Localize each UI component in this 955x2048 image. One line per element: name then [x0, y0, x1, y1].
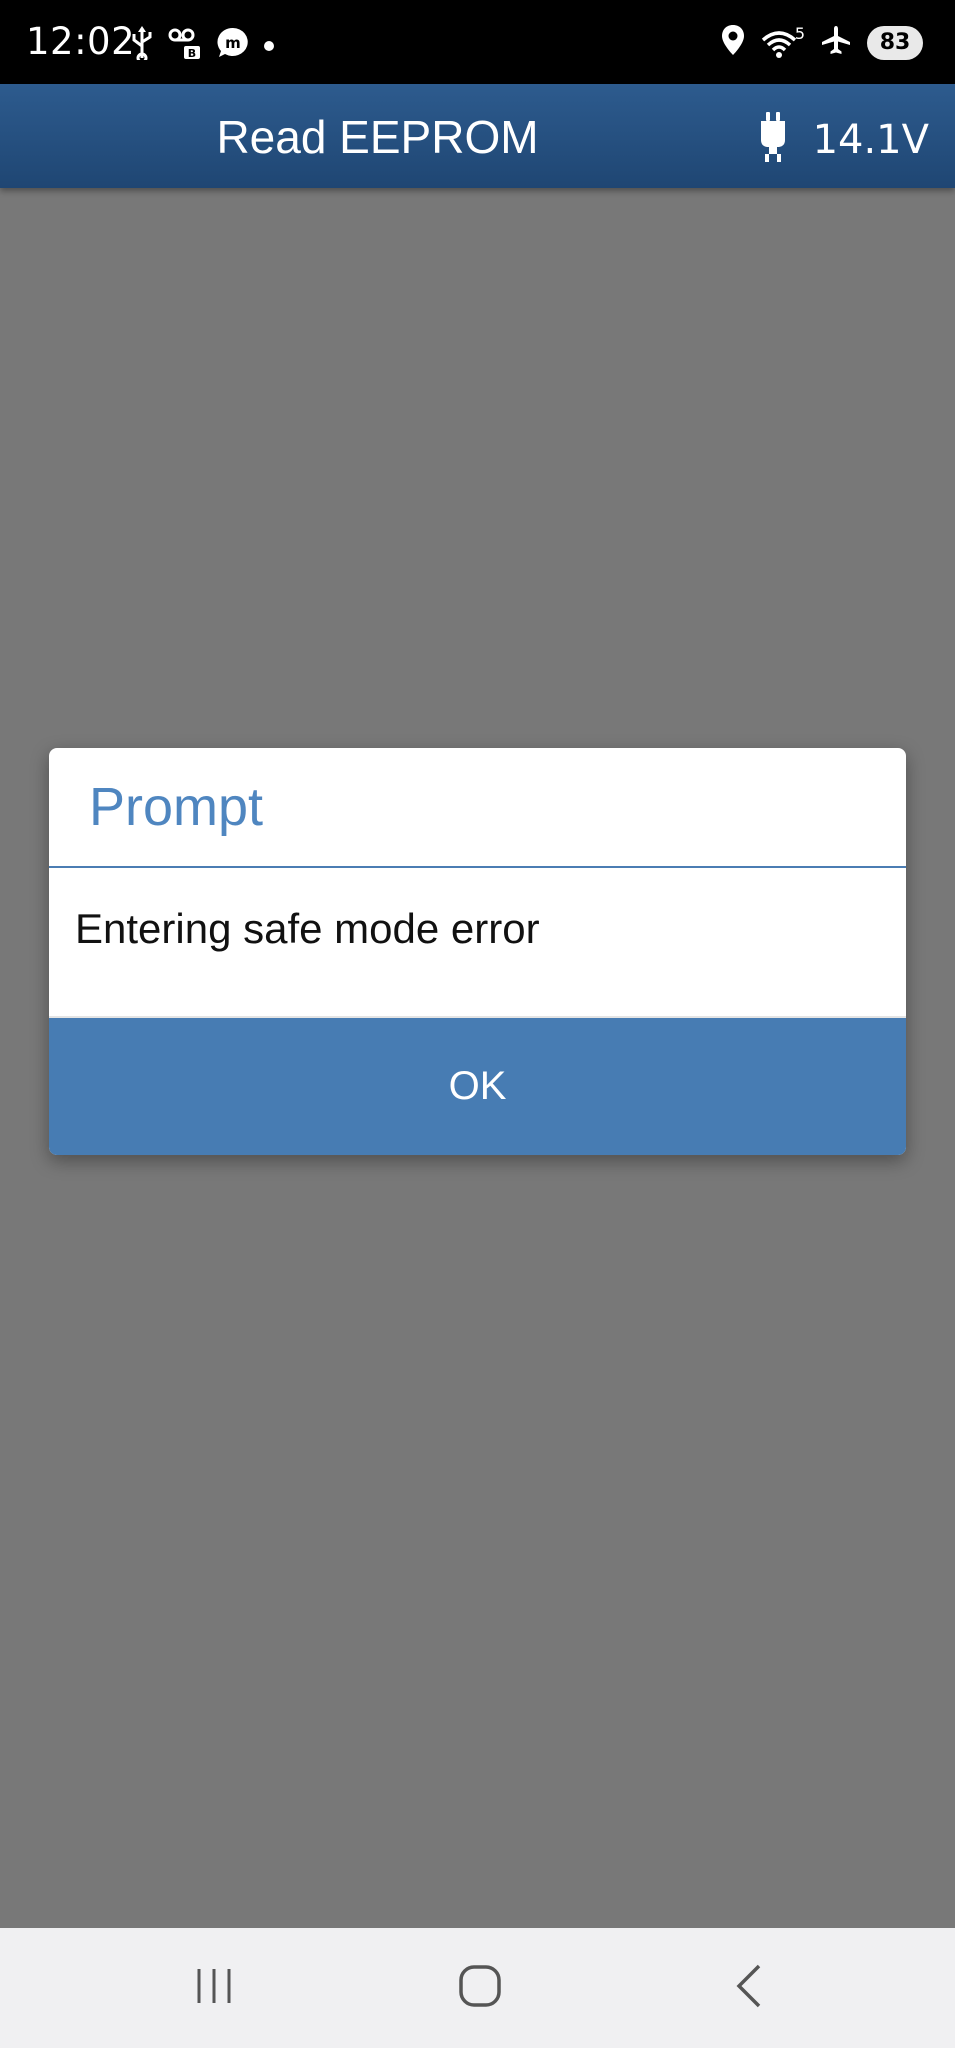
status-bar: 12:02 B m 5 83: [0, 0, 955, 84]
svg-text:B: B: [188, 47, 196, 60]
ok-button[interactable]: OK: [49, 1016, 906, 1155]
messenger-icon: m: [216, 26, 250, 65]
svg-text:m: m: [225, 34, 241, 52]
usb-icon: [130, 26, 154, 65]
plug-icon: [759, 112, 787, 167]
app-header: Read EEPROM 14.1V: [0, 84, 955, 188]
back-icon: [733, 1964, 763, 2013]
notification-dot-icon: [264, 40, 274, 51]
navigation-bar: [0, 1928, 955, 2048]
location-icon: [721, 24, 745, 61]
dialog-message: Entering safe mode error: [75, 905, 540, 952]
back-button[interactable]: [688, 1928, 808, 2048]
home-button[interactable]: [420, 1928, 540, 2048]
prompt-dialog: Prompt Entering safe mode error OK: [49, 748, 906, 1155]
dialog-divider: [49, 866, 906, 868]
voltage-indicator: 14.1V: [759, 112, 929, 167]
battery-icon: 83: [867, 25, 923, 60]
voicemail-icon: B: [168, 26, 202, 65]
airplane-icon: [821, 25, 851, 60]
status-system-icons: 5 83: [721, 24, 923, 61]
recent-apps-button[interactable]: [154, 1928, 274, 2048]
home-icon: [459, 1964, 501, 2012]
dialog-title: Prompt: [89, 777, 264, 837]
recent-apps-icon: [194, 1967, 234, 2010]
status-time: 12:02: [26, 20, 136, 63]
voltage-value: 14.1V: [812, 116, 929, 163]
wifi-icon: 5: [761, 23, 805, 60]
page-title: Read EEPROM: [216, 111, 539, 163]
status-notification-icons: B m: [130, 26, 274, 65]
wifi-generation-label: 5: [794, 23, 805, 43]
